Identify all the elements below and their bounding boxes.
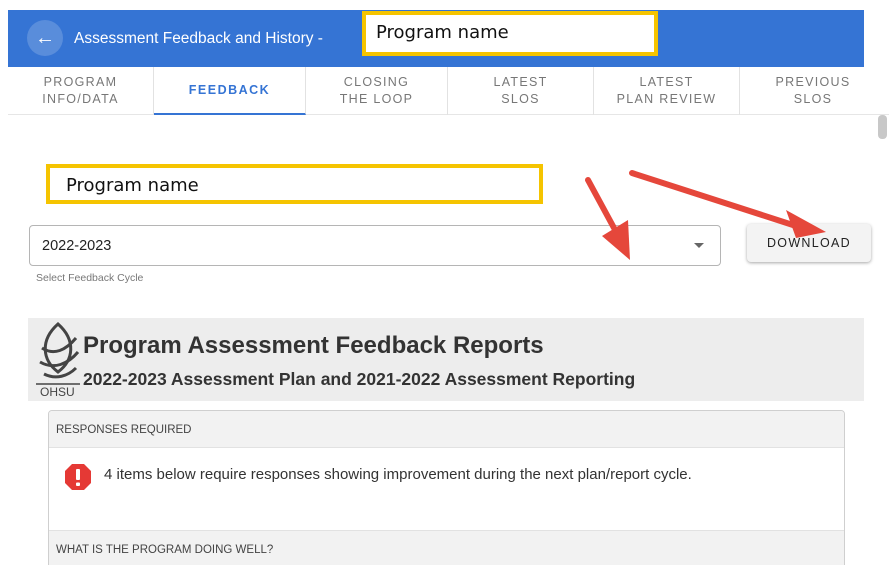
responses-message: 4 items below require responses showing … (104, 466, 692, 483)
arrow-left-icon: ← (35, 27, 55, 49)
section-heading-doing-well: WHAT IS THE PROGRAM DOING WELL? (49, 530, 844, 565)
tab-label-line1: PROGRAM (43, 75, 118, 89)
report-subtitle: 2022-2023 Assessment Plan and 2021-2022 … (83, 369, 636, 389)
tab-program-info-data[interactable]: PROGRAM INFO/DATA (8, 67, 154, 115)
feedback-cycle-value: 2022-2023 (42, 238, 112, 254)
download-button[interactable]: DOWNLOAD (747, 224, 871, 262)
card-heading: RESPONSES REQUIRED (49, 411, 844, 448)
tab-label-line2: SLOS (793, 92, 833, 106)
report-title: Program Assessment Feedback Reports (83, 332, 544, 359)
feedback-cycle-helper-text: Select Feedback Cycle (36, 272, 144, 284)
ohsu-logo-icon: OHSU (36, 321, 80, 398)
program-name-highlight-header: Program name (362, 11, 658, 56)
dropdown-arrow-icon (694, 243, 704, 248)
ohsu-logo-text: OHSU (40, 385, 75, 398)
tab-label-line1: CLOSING (343, 75, 410, 89)
tab-label-line1: PREVIOUS (775, 75, 851, 89)
tab-label-line2: INFO/DATA (42, 92, 119, 106)
scrollbar-thumb[interactable] (878, 115, 887, 139)
responses-required-card: RESPONSES REQUIRED 4 items below require… (48, 410, 845, 565)
tab-latest-slos[interactable]: LATEST SLOS (448, 67, 594, 115)
tab-label-line2: PLAN REVIEW (616, 92, 717, 106)
tab-label-line2: SLOS (501, 92, 540, 106)
tab-label: FEEDBACK (188, 82, 271, 97)
program-name-highlight-body: Program name (46, 164, 543, 204)
tab-label-line1: LATEST (493, 75, 548, 89)
tab-latest-plan-review[interactable]: LATEST PLAN REVIEW (594, 67, 740, 115)
alert-octagon-icon (65, 464, 91, 490)
report-header: OHSU Program Assessment Feedback Reports… (28, 318, 864, 401)
tab-label-line2: THE LOOP (339, 92, 414, 106)
tab-closing-the-loop[interactable]: CLOSING THE LOOP (306, 67, 448, 115)
tab-label-line1: LATEST (639, 75, 694, 89)
tab-previous-slos[interactable]: PREVIOUS SLOS (740, 67, 886, 115)
tab-feedback[interactable]: FEEDBACK (154, 67, 306, 115)
back-button[interactable]: ← (27, 20, 63, 56)
feedback-cycle-select[interactable]: 2022-2023 (29, 225, 721, 266)
page-title: Assessment Feedback and History - (74, 30, 323, 47)
tab-bar: PROGRAM INFO/DATA FEEDBACK CLOSING THE LOO… (8, 67, 889, 115)
